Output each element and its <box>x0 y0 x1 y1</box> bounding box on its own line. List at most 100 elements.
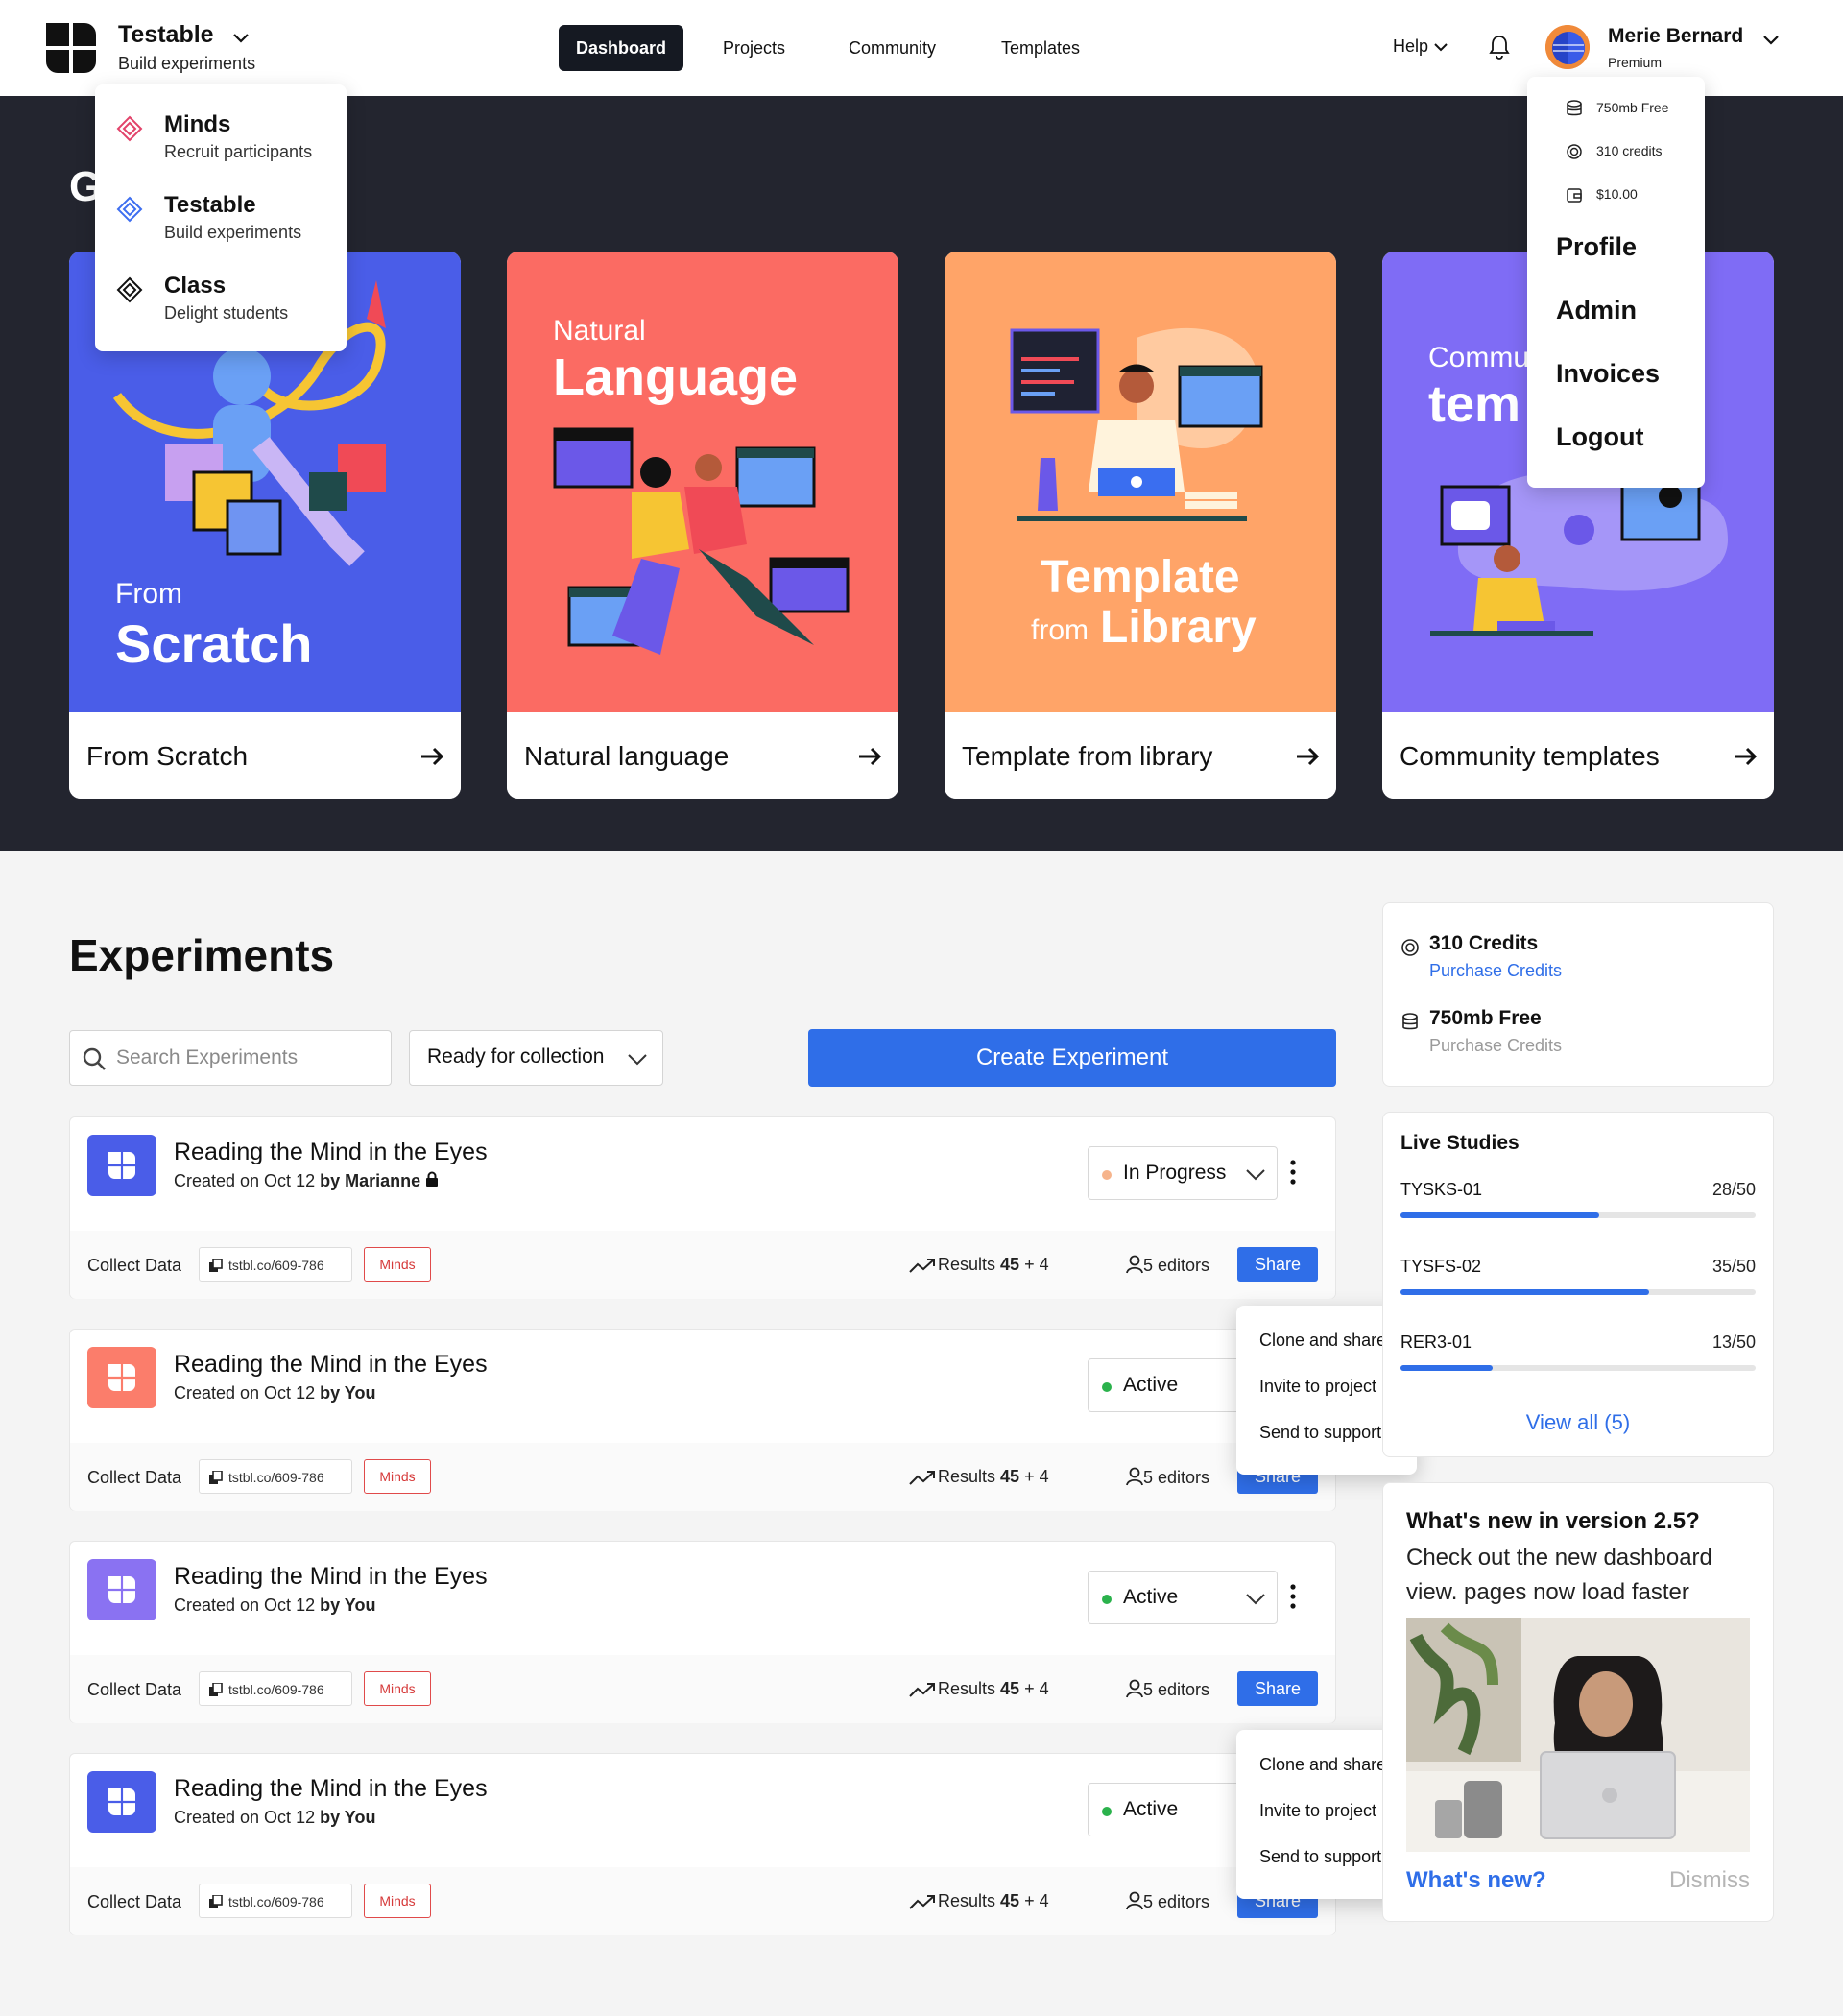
minds-tag[interactable]: Minds <box>364 1247 431 1282</box>
purchase-credits-link[interactable]: Purchase Credits <box>1429 961 1562 981</box>
experiment-name[interactable]: Reading the Mind in the Eyes <box>174 1139 488 1166</box>
share-button[interactable]: Share <box>1237 1671 1318 1706</box>
credits-title: 310 Credits <box>1429 932 1539 954</box>
card-footer: Template from library <box>945 712 1336 799</box>
clone-and-share-option[interactable]: Clone and share <box>1259 1755 1386 1775</box>
editors-count[interactable]: 5 editors <box>1126 1679 1209 1700</box>
send-to-support-option[interactable]: Send to support <box>1259 1423 1381 1443</box>
help-label: Help <box>1393 36 1429 56</box>
experiment-card[interactable]: Reading the Mind in the Eyes Created on … <box>69 1116 1336 1299</box>
created-date: Created on Oct 12 <box>174 1808 316 1827</box>
chevron-down-icon[interactable] <box>1760 29 1782 50</box>
status-value: In Progress <box>1123 1162 1227 1184</box>
results-extra: + 4 <box>1024 1467 1049 1486</box>
results-label: Results <box>938 1679 996 1698</box>
results-summary[interactable]: Results 45 + 4 <box>909 1679 1049 1699</box>
share-link-chip[interactable]: tstbl.co/609-786 <box>199 1459 352 1494</box>
results-label: Results <box>938 1891 996 1910</box>
testable-logo-icon <box>87 1771 156 1833</box>
nav-projects[interactable]: Projects <box>706 25 802 71</box>
nav-dashboard[interactable]: Dashboard <box>559 25 684 71</box>
results-summary[interactable]: Results 45 + 4 <box>909 1891 1049 1911</box>
nav-templates[interactable]: Templates <box>984 25 1097 71</box>
card-template-library[interactable]: Template from Library Template from libr… <box>945 252 1336 799</box>
status-value: Active <box>1123 1374 1179 1396</box>
arrow-right-icon <box>421 747 444 766</box>
experiment-card[interactable]: Reading the Mind in the Eyes Created on … <box>69 1329 1336 1511</box>
send-to-support-option[interactable]: Send to support <box>1259 1847 1381 1867</box>
admin-link[interactable]: Admin <box>1556 296 1637 325</box>
minds-tag[interactable]: Minds <box>364 1884 431 1918</box>
created-date: Created on Oct 12 <box>174 1596 316 1615</box>
experiment-card[interactable]: Reading the Mind in the Eyes Created on … <box>69 1753 1336 1935</box>
bell-icon[interactable] <box>1488 35 1511 60</box>
results-summary[interactable]: Results 45 + 4 <box>909 1467 1049 1487</box>
invite-to-project-option[interactable]: Invite to project <box>1259 1377 1376 1397</box>
search-input[interactable] <box>116 1043 375 1073</box>
template-library-illustration: Template from Library <box>945 252 1336 712</box>
experiment-name[interactable]: Reading the Mind in the Eyes <box>174 1775 488 1803</box>
minds-tag[interactable]: Minds <box>364 1671 431 1706</box>
app-item-minds[interactable]: Minds Recruit participants <box>95 108 347 177</box>
whats-new-link[interactable]: What's new? <box>1406 1867 1546 1894</box>
study-name: TYSKS-01 <box>1400 1180 1483 1199</box>
app-item-class[interactable]: Class Delight students <box>95 269 347 338</box>
results-summary[interactable]: Results 45 + 4 <box>909 1255 1049 1275</box>
study-progress-track <box>1400 1365 1756 1371</box>
copy-link-icon <box>209 1895 223 1908</box>
view-all-link[interactable]: View all (5) <box>1383 1410 1773 1435</box>
testable-logo-icon[interactable] <box>46 23 96 73</box>
created-date: Created on Oct 12 <box>174 1383 316 1403</box>
share-link-chip[interactable]: tstbl.co/609-786 <box>199 1671 352 1706</box>
testable-diamond-icon <box>116 196 143 223</box>
share-link-chip[interactable]: tstbl.co/609-786 <box>199 1884 352 1918</box>
app-switcher-title[interactable]: Testable <box>118 21 214 49</box>
share-button[interactable]: Share <box>1237 1247 1318 1282</box>
editors-count[interactable]: 5 editors <box>1126 1891 1209 1912</box>
invite-to-project-option[interactable]: Invite to project <box>1259 1801 1376 1821</box>
editors-count[interactable]: 5 editors <box>1126 1255 1209 1276</box>
experiment-name[interactable]: Reading the Mind in the Eyes <box>174 1351 488 1379</box>
card-natural-language[interactable]: Natural Language Natural language <box>507 252 898 799</box>
trending-up-icon <box>909 1895 935 1909</box>
editors-label: 5 editors <box>1143 1680 1210 1699</box>
help-menu[interactable]: Help <box>1393 36 1448 57</box>
purchase-storage-link[interactable]: Purchase Credits <box>1429 1036 1562 1056</box>
share-link-chip[interactable]: tstbl.co/609-786 <box>199 1247 352 1282</box>
experiment-card-footer: Collect Data tstbl.co/609-786 Minds Resu… <box>70 1655 1335 1723</box>
chevron-down-icon[interactable] <box>230 27 251 48</box>
minds-tag[interactable]: Minds <box>364 1459 431 1494</box>
results-extra: + 4 <box>1024 1679 1049 1698</box>
clone-and-share-option[interactable]: Clone and share <box>1259 1331 1386 1351</box>
dismiss-button[interactable]: Dismiss <box>1669 1867 1750 1894</box>
copy-link-icon <box>209 1471 223 1484</box>
arrow-right-icon <box>1735 747 1758 766</box>
arrow-right-icon <box>859 747 882 766</box>
experiment-card[interactable]: Reading the Mind in the Eyes Created on … <box>69 1541 1336 1723</box>
more-options-icon[interactable] <box>1287 1582 1299 1611</box>
nav-community[interactable]: Community <box>831 25 953 71</box>
status-dot <box>1102 1170 1112 1180</box>
avatar[interactable] <box>1545 25 1590 69</box>
balance-stat: $10.00 <box>1596 186 1638 202</box>
collect-data-label: Collect Data <box>87 1468 182 1487</box>
logout-link[interactable]: Logout <box>1556 422 1643 452</box>
status-select[interactable]: Active <box>1088 1571 1278 1624</box>
results-count: 45 <box>1000 1467 1020 1486</box>
status-filter-select[interactable]: Ready for collection <box>409 1030 663 1086</box>
profile-link[interactable]: Profile <box>1556 232 1637 262</box>
storage-stat: 750mb Free <box>1596 100 1669 115</box>
invoices-link[interactable]: Invoices <box>1556 359 1660 389</box>
more-options-icon[interactable] <box>1287 1158 1299 1187</box>
user-name[interactable]: Merie Bernard <box>1608 25 1743 48</box>
editors-count[interactable]: 5 editors <box>1126 1467 1209 1488</box>
study-progress-track <box>1400 1212 1756 1218</box>
news-description: Check out the new dashboard view. pages … <box>1406 1545 1712 1605</box>
status-select[interactable]: In Progress <box>1088 1146 1278 1200</box>
search-box <box>69 1030 392 1086</box>
wallet-icon <box>1567 188 1582 203</box>
create-experiment-button[interactable]: Create Experiment <box>808 1029 1336 1087</box>
experiment-name[interactable]: Reading the Mind in the Eyes <box>174 1563 488 1591</box>
app-item-testable[interactable]: Testable Build experiments <box>95 188 347 257</box>
study-count: 28/50 <box>1711 1180 1756 1199</box>
